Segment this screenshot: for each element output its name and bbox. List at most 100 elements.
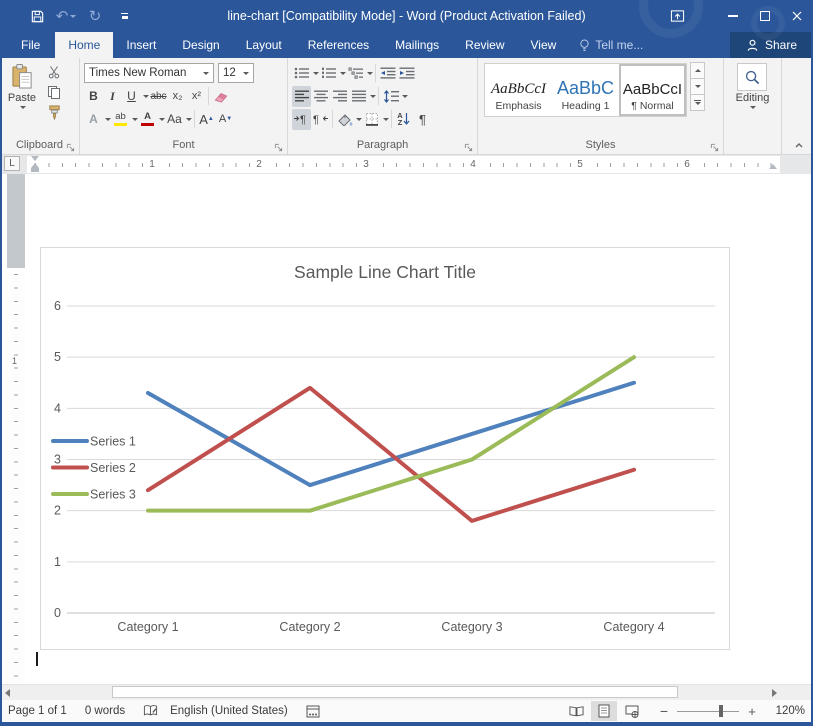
- tab-layout[interactable]: Layout: [233, 32, 295, 58]
- customize-qat-button[interactable]: [115, 7, 133, 25]
- chart-object[interactable]: Sample Line Chart Title0123456Category 1…: [40, 247, 730, 650]
- tab-design[interactable]: Design: [169, 32, 232, 58]
- styles-dialog-launcher[interactable]: [710, 143, 719, 152]
- tab-references[interactable]: References: [295, 32, 382, 58]
- vertical-ruler[interactable]: 1: [7, 174, 25, 684]
- scroll-left-arrow[interactable]: [5, 689, 10, 697]
- macro-button[interactable]: [306, 705, 320, 718]
- tab-selector-button[interactable]: L: [4, 156, 20, 171]
- change-case-caret-icon[interactable]: [186, 118, 192, 121]
- read-mode-button[interactable]: [563, 701, 589, 721]
- save-button[interactable]: [28, 7, 46, 25]
- bullets-button[interactable]: [292, 63, 311, 84]
- ribbon-display-options-button[interactable]: [661, 0, 693, 32]
- tab-file[interactable]: File: [6, 32, 55, 58]
- tab-view[interactable]: View: [518, 32, 570, 58]
- subscript-button[interactable]: x₂: [168, 86, 187, 107]
- strikethrough-button[interactable]: abc: [149, 86, 168, 107]
- tab-home[interactable]: Home: [55, 32, 113, 58]
- editing-button[interactable]: [737, 63, 767, 91]
- underline-button[interactable]: U: [122, 86, 141, 107]
- left-indent-marker[interactable]: [31, 168, 39, 172]
- redo-button[interactable]: ↻: [86, 7, 104, 25]
- tab-review[interactable]: Review: [452, 32, 517, 58]
- grow-font-button[interactable]: A▲: [197, 109, 216, 130]
- language-indicator[interactable]: English (United States): [170, 705, 288, 717]
- line-spacing-caret-icon[interactable]: [402, 95, 408, 98]
- save-icon: [30, 9, 45, 24]
- show-hide-pilcrow-button[interactable]: ¶: [413, 109, 432, 130]
- sort-button[interactable]: AZ: [394, 109, 413, 130]
- collapse-ribbon-button[interactable]: [793, 140, 805, 150]
- copy-button[interactable]: [42, 82, 66, 102]
- tell-me-box[interactable]: Tell me...: [569, 32, 653, 58]
- horizontal-ruler[interactable]: 123456: [27, 156, 780, 173]
- page-indicator[interactable]: Page 1 of 1: [8, 705, 67, 717]
- document-area[interactable]: 1 Sample Line Chart Title0123456Category…: [0, 174, 813, 684]
- format-painter-button[interactable]: [42, 102, 66, 122]
- web-layout-button[interactable]: [619, 701, 645, 721]
- font-size-combo[interactable]: 12: [218, 63, 254, 83]
- minimize-button[interactable]: [717, 0, 749, 32]
- zoom-out-button[interactable]: −: [657, 703, 671, 719]
- share-button[interactable]: Share: [730, 32, 813, 58]
- first-line-indent-marker[interactable]: [31, 156, 39, 161]
- rtl-text-direction-button[interactable]: ¶: [311, 109, 330, 130]
- cut-button[interactable]: [42, 62, 66, 82]
- maximize-button[interactable]: [749, 0, 781, 32]
- style-heading-1[interactable]: AaBbC Heading 1: [552, 64, 619, 116]
- right-indent-marker[interactable]: [769, 164, 777, 169]
- shading-button[interactable]: [335, 109, 354, 130]
- line-spacing-button[interactable]: [381, 86, 400, 107]
- minimize-icon: [728, 15, 738, 16]
- zoom-in-button[interactable]: +: [745, 704, 759, 719]
- paste-button[interactable]: Paste: [2, 60, 42, 138]
- font-color-button[interactable]: A: [138, 109, 157, 130]
- close-button[interactable]: [781, 0, 813, 32]
- undo-button[interactable]: ↶: [57, 7, 75, 25]
- styles-scroll-up-button[interactable]: [690, 62, 705, 79]
- zoom-level[interactable]: 120%: [771, 705, 805, 717]
- font-dialog-launcher[interactable]: [274, 143, 283, 152]
- styles-scroll-down-button[interactable]: [690, 78, 705, 95]
- bold-button[interactable]: B: [84, 86, 103, 107]
- style-normal[interactable]: AaBbCcI ¶ Normal: [619, 64, 686, 116]
- scroll-right-arrow[interactable]: [772, 689, 777, 697]
- multilevel-caret-icon[interactable]: [367, 72, 373, 75]
- proofing-status-button[interactable]: [143, 704, 158, 718]
- styles-more-button[interactable]: [690, 94, 705, 111]
- horizontal-scrollbar-thumb[interactable]: [112, 686, 678, 698]
- paragraph-dialog-launcher[interactable]: [464, 143, 473, 152]
- highlight-button[interactable]: ab: [111, 109, 130, 130]
- font-name-caret-icon: [203, 72, 209, 75]
- horizontal-scrollbar[interactable]: [0, 684, 813, 700]
- zoom-slider[interactable]: [677, 704, 739, 718]
- style-emphasis[interactable]: AaBbCcI Emphasis: [485, 64, 552, 116]
- word-count[interactable]: 0 words: [85, 705, 125, 717]
- italic-button[interactable]: I: [103, 86, 122, 107]
- clipboard-dialog-launcher[interactable]: [66, 143, 75, 152]
- borders-button[interactable]: [362, 109, 381, 130]
- justify-caret-icon[interactable]: [370, 95, 376, 98]
- clear-formatting-button[interactable]: [211, 86, 230, 107]
- zoom-slider-thumb[interactable]: [719, 705, 723, 717]
- print-layout-button[interactable]: [591, 701, 617, 721]
- shrink-font-button[interactable]: A▼: [216, 109, 235, 130]
- borders-caret-icon[interactable]: [383, 118, 389, 121]
- font-name-combo[interactable]: Times New Roman: [84, 63, 214, 83]
- ltr-text-direction-button[interactable]: ¶: [292, 109, 311, 130]
- align-center-button[interactable]: [311, 86, 330, 107]
- align-right-button[interactable]: [330, 86, 349, 107]
- numbering-button[interactable]: [319, 63, 338, 84]
- change-case-button[interactable]: Aa: [165, 109, 184, 130]
- undo-dropdown-caret[interactable]: [70, 15, 76, 18]
- align-left-button[interactable]: [292, 86, 311, 107]
- text-effects-button[interactable]: A: [84, 109, 103, 130]
- tab-insert[interactable]: Insert: [113, 32, 169, 58]
- superscript-button[interactable]: x²: [187, 86, 206, 107]
- increase-indent-button[interactable]: [397, 63, 416, 84]
- justify-button[interactable]: [349, 86, 368, 107]
- multilevel-list-button[interactable]: [346, 63, 365, 84]
- tab-mailings[interactable]: Mailings: [382, 32, 452, 58]
- decrease-indent-button[interactable]: [378, 63, 397, 84]
